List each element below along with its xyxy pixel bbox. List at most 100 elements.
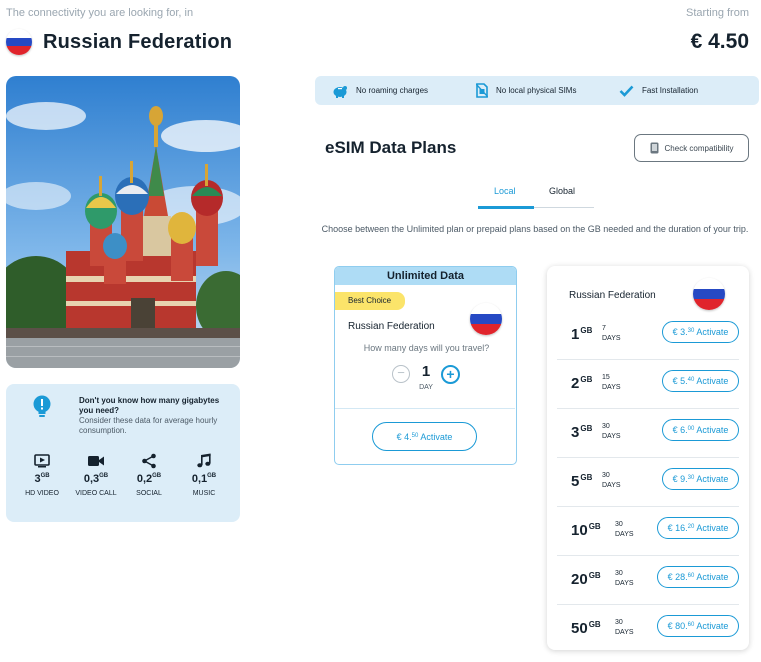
activate-label: Activate <box>694 425 729 435</box>
piggy-bank-icon <box>333 85 347 98</box>
usage-music: 0,1GB MUSIC <box>182 452 226 498</box>
prepaid-country-label: Russian Federation <box>569 290 656 301</box>
plan-days-label: DAYS <box>602 482 621 489</box>
usage-amount: 0,1 <box>191 473 208 485</box>
plan-gb: 2 <box>571 375 580 392</box>
plan-days: 30 <box>602 423 610 430</box>
price-main: € 4. <box>396 432 412 442</box>
video-call-icon <box>88 456 104 466</box>
country-title: Russian Federation <box>43 30 233 53</box>
price-main: € 5. <box>672 376 688 386</box>
plan-row: 2GB 15 DAYS € 5.40 Activate <box>547 360 749 409</box>
check-compatibility-button[interactable]: Check compatibility <box>634 134 749 162</box>
tab-global[interactable]: Global <box>549 186 575 196</box>
russia-flag-icon <box>693 278 725 310</box>
feature-label: Fast Installation <box>642 86 699 95</box>
plan-activate-button[interactable]: € 28.60 Activate <box>657 566 739 588</box>
increase-days-button[interactable]: + <box>441 365 460 384</box>
activate-label: Activate <box>418 432 453 442</box>
no-sim-icon <box>476 83 488 98</box>
plan-days: 30 <box>602 472 610 479</box>
price-main: € 3. <box>672 327 688 337</box>
plan-gb: 20 <box>571 571 588 588</box>
usage-social: 0,2GB SOCIAL <box>127 452 171 498</box>
decrease-days-button[interactable]: − <box>392 365 410 383</box>
activate-label: Activate <box>694 376 729 386</box>
usage-unit: GB <box>40 473 50 479</box>
starting-price: € 4.50 <box>690 30 749 53</box>
activate-label: Activate <box>694 572 729 582</box>
usage-label: MUSIC <box>192 490 216 497</box>
plan-days: 7 <box>602 325 606 332</box>
plan-days-label: DAYS <box>602 433 621 440</box>
plan-days-label: DAYS <box>615 629 634 636</box>
usage-label: VIDEO CALL <box>75 490 117 497</box>
usage-hd-video: 3GB HD VIDEO <box>20 452 64 498</box>
plan-row: 50GB 30 DAYS € 80.60 Activate <box>547 605 749 654</box>
activate-label: Activate <box>694 327 729 337</box>
feature-no-roaming: No roaming charges <box>332 76 428 105</box>
phone-icon <box>650 142 659 154</box>
plan-row: 10GB 30 DAYS € 16.20 Activate <box>547 507 749 556</box>
plan-row: 1GB 7 DAYS € 3.30 Activate <box>547 311 749 360</box>
share-icon <box>142 453 156 469</box>
plan-gb-unit: GB <box>580 473 593 482</box>
plan-days-label: DAYS <box>602 384 621 391</box>
page-subtitle: The connectivity you are looking for, in <box>6 7 194 19</box>
lightbulb-icon <box>33 395 51 417</box>
plan-gb: 50 <box>571 620 588 637</box>
days-unit-label: DAY <box>419 384 433 391</box>
plan-gb-unit: GB <box>580 326 593 335</box>
country-header: Russian Federation <box>6 29 232 55</box>
feature-fast-install: Fast Installation <box>619 76 698 105</box>
plan-activate-button[interactable]: € 5.40 Activate <box>662 370 739 392</box>
unlimited-country-label: Russian Federation <box>348 321 435 332</box>
plan-days-label: DAYS <box>602 335 621 342</box>
feature-no-sim: No local physical SIMs <box>476 76 576 105</box>
plan-days: 15 <box>602 374 610 381</box>
unlimited-plan-card: Unlimited Data Best Choice Russian Feder… <box>334 266 517 465</box>
plans-description: Choose between the Unlimited plan or pre… <box>321 224 749 234</box>
feature-label: No roaming charges <box>356 86 429 95</box>
activate-label: Activate <box>694 523 729 533</box>
plan-row: 3GB 30 DAYS € 6.00 Activate <box>547 409 749 458</box>
usage-label: SOCIAL <box>136 490 162 497</box>
plan-days: 30 <box>615 570 623 577</box>
hd-video-icon <box>34 454 50 468</box>
unlimited-plan-header: Unlimited Data <box>335 267 516 285</box>
plan-activate-button[interactable]: € 9.30 Activate <box>662 468 739 490</box>
activate-label: Activate <box>694 474 729 484</box>
plan-gb-unit: GB <box>588 620 601 629</box>
card-divider <box>335 408 515 409</box>
usage-unit: GB <box>152 473 162 479</box>
plan-gb: 1 <box>571 326 580 343</box>
consumption-info-box: Don't you know how many gigabytes you ne… <box>6 384 240 522</box>
plan-gb-unit: GB <box>580 375 593 384</box>
usage-label: HD VIDEO <box>25 490 59 497</box>
price-main: € 16. <box>667 523 688 533</box>
usage-amount: 0,2 <box>136 473 153 485</box>
plan-days-label: DAYS <box>615 580 634 587</box>
unlimited-activate-button[interactable]: € 4.50 Activate <box>372 422 477 451</box>
plan-activate-button[interactable]: € 80.60 Activate <box>657 615 739 637</box>
travel-days-question: How many days will you travel? <box>363 343 490 353</box>
info-question: Don't you know how many gigabytes you ne… <box>79 396 220 415</box>
usage-unit: GB <box>99 473 109 479</box>
starting-from-label: Starting from <box>686 7 749 19</box>
plan-activate-button[interactable]: € 6.00 Activate <box>662 419 739 441</box>
plan-gb: 5 <box>571 473 580 490</box>
plan-activate-button[interactable]: € 16.20 Activate <box>657 517 739 539</box>
plan-gb-unit: GB <box>588 571 601 580</box>
days-stepper: − 1 DAY + <box>335 363 516 393</box>
music-icon <box>197 453 211 468</box>
plan-activate-button[interactable]: € 3.30 Activate <box>662 321 739 343</box>
usage-unit: GB <box>207 473 217 479</box>
country-photo <box>6 76 240 368</box>
plan-days-label: DAYS <box>615 531 634 538</box>
check-compatibility-label: Check compatibility <box>664 143 734 153</box>
plan-gb: 3 <box>571 424 580 441</box>
active-tab-indicator <box>478 206 534 209</box>
best-choice-badge: Best Choice <box>335 292 405 310</box>
plan-row: 5GB 30 DAYS € 9.30 Activate <box>547 458 749 507</box>
tab-local[interactable]: Local <box>494 186 516 196</box>
